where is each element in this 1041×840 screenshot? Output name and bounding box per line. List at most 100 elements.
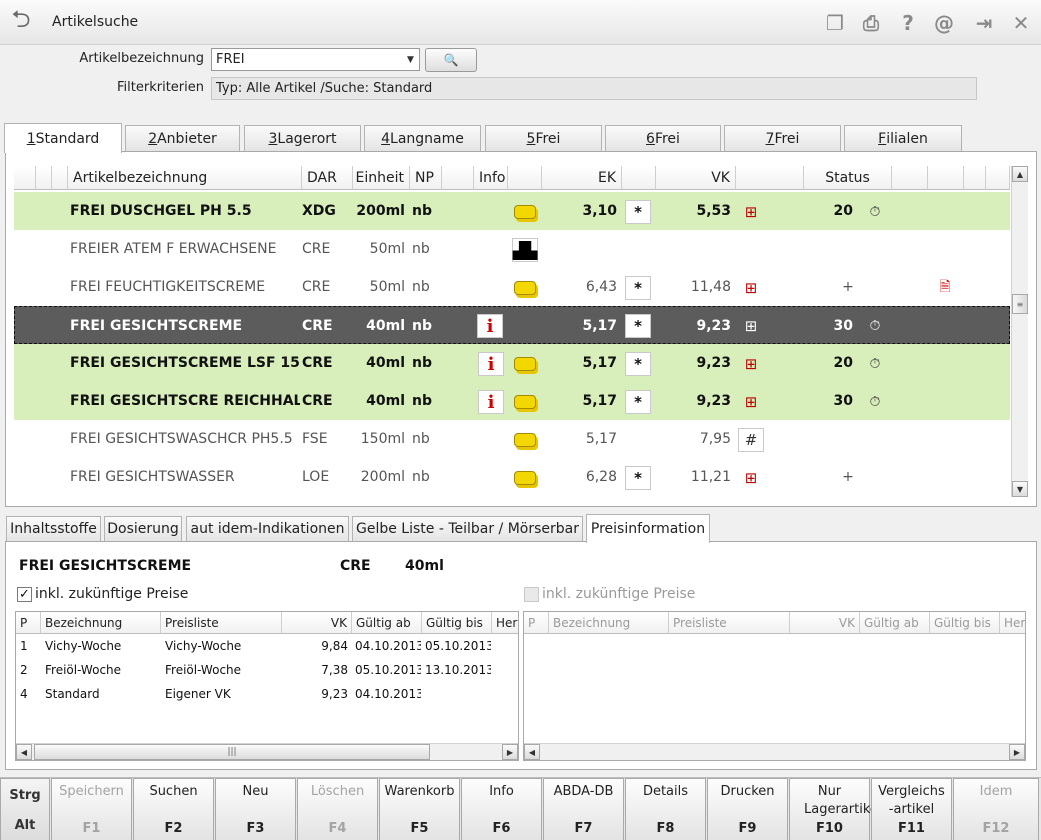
tab-anbieter[interactable]: 2 Anbieter [125,125,240,151]
info-icon[interactable]: i [477,314,503,338]
f12-idem-button[interactable]: Idem F12 [953,778,1039,840]
search-button[interactable]: 🔍 [425,48,477,72]
table-row[interactable]: FREI DUSCHGEL PH 5.5 XDG 200ml nb 3,10 *… [14,192,1010,230]
table-row[interactable]: FREI GESICHTSCREME LSF 15 CRE 40ml nb i … [14,344,1010,382]
f6-info-button[interactable]: Info F6 [461,778,542,840]
document-icon[interactable]: 🗎 [932,276,958,300]
price-flag[interactable]: * [625,276,651,300]
info-icon[interactable]: i [478,390,504,414]
f9-drucken-button[interactable]: Drucken F9 [707,778,788,840]
price-coins-icon[interactable] [512,390,538,414]
grid-header-np[interactable]: NP [410,166,442,190]
f10-nur-lagerartikel-button[interactable]: Nur Lagerartikel F10 [789,778,882,840]
f1-speichern-button[interactable]: Speichern F1 [51,778,132,840]
close-icon[interactable]: ✕ [1008,10,1034,36]
help-icon[interactable]: ? [895,10,921,36]
include-future-prices-checkbox[interactable]: ✓ [17,587,32,602]
scroll-right-icon[interactable]: ▶ [1009,744,1025,760]
tab-dosierung[interactable]: Dosierung [104,516,182,541]
vk-schedule-icon[interactable]: ⊞ [738,352,764,376]
tab-inhaltsstoffe[interactable]: Inhaltsstoffe [6,516,101,541]
tab-filialen[interactable]: Filialen [844,125,962,151]
scroll-left-icon[interactable]: ◀ [524,744,540,760]
col-header-herk[interactable]: Herk [492,612,518,634]
f2-suchen-button[interactable]: Suchen F2 [133,778,214,840]
vk-schedule-icon[interactable]: ⊞ [738,390,764,414]
col-header-gueltig-bis[interactable]: Gültig bis [422,612,492,634]
col-header-preisliste[interactable]: Preisliste [161,612,282,634]
f4-loeschen-button[interactable]: Löschen F4 [297,778,378,840]
stock-clock-icon[interactable]: ⏱ [862,314,888,338]
price-coins-icon[interactable] [512,466,538,490]
stock-clock-icon[interactable]: ⏱ [862,352,888,376]
price-flag[interactable]: * [625,390,651,414]
col-header-bezeichnung[interactable]: Bezeichnung [41,612,161,634]
table-row[interactable]: FREI FEUCHTIGKEITSCREME CRE 50ml nb 6,43… [14,268,1010,306]
horizontal-scrollbar[interactable]: ◀ ||| ▶ [16,743,518,760]
tab-lagerort[interactable]: 3 Lagerort [244,125,361,151]
vk-schedule-icon[interactable]: ⊞ [738,200,764,224]
export-icon[interactable]: ⇥ [971,10,997,36]
grid-vertical-scrollbar[interactable]: ▲ ≡ ▼ [1011,166,1028,497]
grid-header-vk[interactable]: VK [656,166,736,190]
hash-flag[interactable]: # [738,428,764,452]
stock-clock-icon[interactable]: ⏱ [862,200,888,224]
price-flag[interactable]: * [625,466,651,490]
tab-frei-5[interactable]: 5 Frei [485,125,602,151]
tab-aut-idem[interactable]: aut idem-Indikationen [186,516,349,541]
f3-neu-button[interactable]: Neu F3 [215,778,296,840]
table-row-selected[interactable]: FREI GESICHTSCREME CRE 40ml nb i 5,17 * … [14,306,1010,344]
grid-header-status[interactable]: Status [804,166,892,190]
col-header-p[interactable]: P [16,612,41,634]
stock-clock-icon[interactable]: ⏱ [862,390,888,414]
search-input[interactable]: FREI ▼ [211,48,420,71]
horizontal-scrollbar[interactable]: ◀ ▶ [524,743,1025,760]
price-coins-icon[interactable] [512,352,538,376]
grid-header-dar[interactable]: DAR [302,166,353,190]
vk-schedule-icon[interactable]: ⊞ [738,466,764,490]
vk-schedule-icon[interactable]: ⊞ [738,314,764,338]
price-flag[interactable]: * [625,200,651,224]
price-coins-icon[interactable] [512,276,538,300]
col-header-vk[interactable]: VK [282,612,352,634]
chevron-down-icon[interactable]: ▼ [402,49,419,70]
price-coins-icon[interactable] [512,428,538,452]
price-flag[interactable]: * [625,314,651,338]
tab-preisinformation[interactable]: Preisinformation [586,514,710,543]
f8-details-button[interactable]: Details F8 [625,778,706,840]
tab-standard[interactable]: 1 Standard [4,123,122,153]
price-coins-icon[interactable] [512,200,538,224]
table-row[interactable]: FREI GESICHTSCRE REICHHALT CRE 40ml nb i… [14,382,1010,420]
tab-gelbe-liste[interactable]: Gelbe Liste - Teilbar / Mörserbar [352,516,583,541]
f5-warenkorb-button[interactable]: Warenkorb F5 [379,778,460,840]
scroll-thumb[interactable]: ||| [34,744,430,760]
grid-header-ek[interactable]: EK [542,166,622,190]
back-button[interactable]: ⮌ [4,5,38,36]
price-row-bezeichnung: Standard [45,687,100,701]
col-header-gueltig-ab[interactable]: Gültig ab [352,612,422,634]
scroll-thumb[interactable]: ≡ [1012,294,1028,314]
scroll-left-icon[interactable]: ◀ [16,744,32,760]
grid-header-name[interactable]: Artikelbezeichnung [68,166,302,190]
grid-header-einheit[interactable]: Einheit [353,166,410,190]
scroll-right-icon[interactable]: ▶ [502,744,518,760]
grid-header-info[interactable]: Info [474,166,508,190]
table-row[interactable]: FREI GESICHTSWASCHCR PH5.5 FSE 150ml nb … [14,420,1010,458]
vk-schedule-icon[interactable]: ⊞ [738,276,764,300]
print-icon[interactable]: ⎙ [858,10,884,36]
f7-abda-db-button[interactable]: ABDA-DB F7 [543,778,624,840]
scroll-down-icon[interactable]: ▼ [1012,481,1028,497]
factory-icon[interactable]: ▟▙ [512,238,538,262]
info-icon[interactable]: i [478,352,504,376]
tab-frei-6[interactable]: 6 Frei [605,125,721,151]
f11-vergleichsartikel-button[interactable]: Vergleichs-artikel F11 [871,778,952,840]
tab-langname[interactable]: 4 Langname [364,125,481,151]
col-header-gueltig-bis: Gültig bis [930,612,1000,634]
tab-frei-7[interactable]: 7 Frei [724,125,841,151]
copy-icon[interactable]: ❐ [822,10,848,36]
email-icon[interactable]: @ [931,10,957,36]
scroll-up-icon[interactable]: ▲ [1012,166,1028,182]
price-flag[interactable]: * [625,352,651,376]
table-row[interactable]: FREI GESICHTSWASSER LOE 200ml nb 6,28 * … [14,458,1010,496]
table-row[interactable]: FREIER ATEM F ERWACHSENE CRE 50ml nb ▟▙ [14,230,1010,268]
